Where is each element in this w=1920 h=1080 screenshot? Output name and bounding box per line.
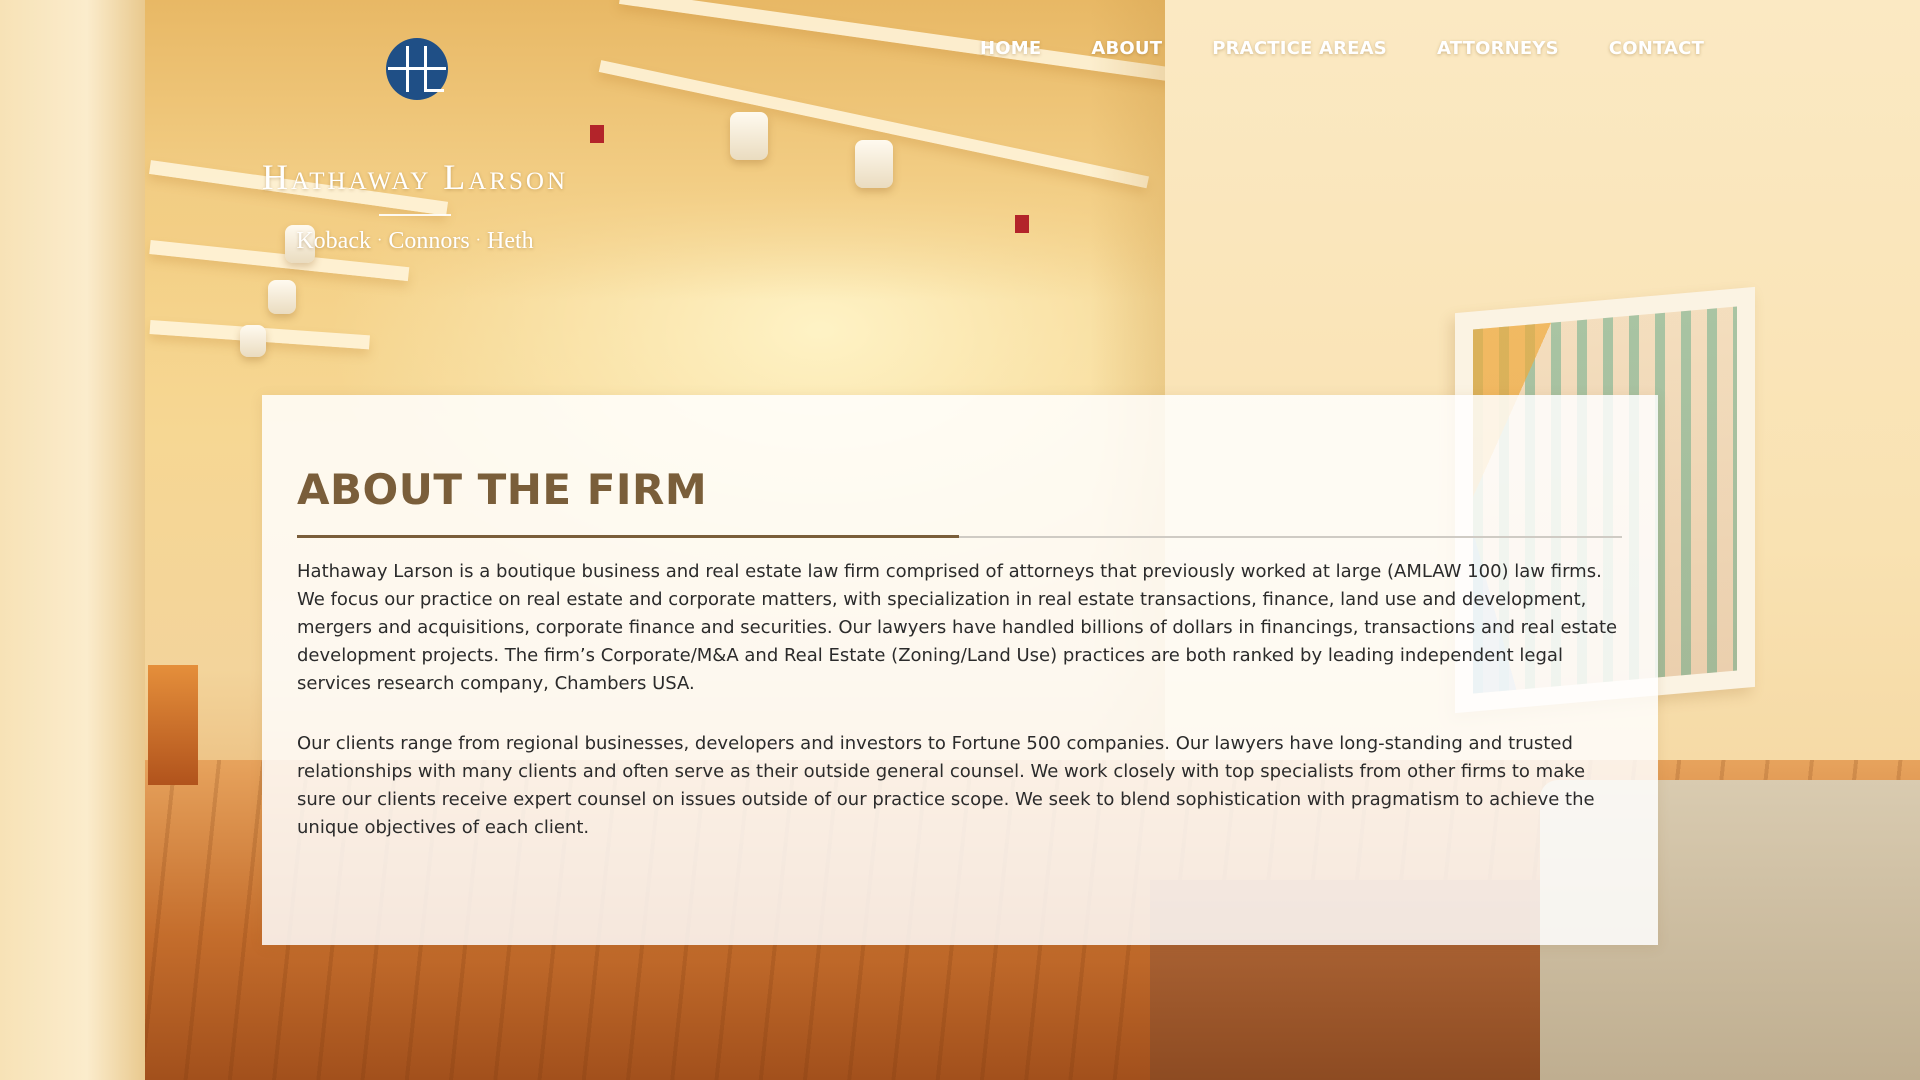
nav-practice-areas[interactable]: PRACTICE AREAS bbox=[1212, 38, 1387, 68]
track-light bbox=[855, 140, 893, 188]
left-column bbox=[0, 0, 145, 1080]
firm-logo[interactable]: Hathaway Larson Koback · Connors · Heth bbox=[255, 38, 575, 254]
hl-monogram-icon bbox=[386, 38, 448, 100]
page-title: ABOUT THE FIRM bbox=[297, 465, 708, 514]
wall-alarm bbox=[590, 125, 604, 143]
partner-names: Koback · Connors · Heth bbox=[255, 228, 575, 255]
track-light bbox=[730, 112, 768, 160]
track-light bbox=[268, 280, 296, 314]
about-panel: ABOUT THE FIRM Hathaway Larson is a bout… bbox=[262, 395, 1658, 945]
about-body: Hathaway Larson is a boutique business a… bbox=[297, 558, 1622, 874]
lit-doorway bbox=[148, 665, 198, 785]
separator-dot: · bbox=[475, 232, 481, 249]
about-paragraph: Our clients range from regional business… bbox=[297, 733, 1595, 838]
separator-dot: · bbox=[376, 232, 383, 249]
logo-divider bbox=[379, 214, 451, 216]
nav-contact[interactable]: CONTACT bbox=[1609, 38, 1704, 68]
about-paragraph: Hathaway Larson is a boutique business a… bbox=[297, 561, 1618, 694]
nav-home[interactable]: HOME bbox=[980, 38, 1041, 68]
partner-name: Connors bbox=[388, 228, 470, 254]
partner-name: Koback bbox=[296, 228, 371, 254]
main-nav: HOME ABOUT PRACTICE AREAS ATTORNEYS CONT… bbox=[980, 38, 1704, 68]
firm-name: Hathaway Larson bbox=[261, 157, 569, 197]
nav-attorneys[interactable]: ATTORNEYS bbox=[1437, 38, 1559, 68]
track-light bbox=[240, 325, 266, 357]
nav-about[interactable]: ABOUT bbox=[1091, 38, 1162, 68]
partner-name: Heth bbox=[486, 228, 534, 254]
page: Hathaway Larson Koback · Connors · Heth HOME… bbox=[0, 0, 1920, 1080]
title-underline-accent bbox=[297, 535, 959, 538]
wall-alarm bbox=[1015, 215, 1029, 233]
